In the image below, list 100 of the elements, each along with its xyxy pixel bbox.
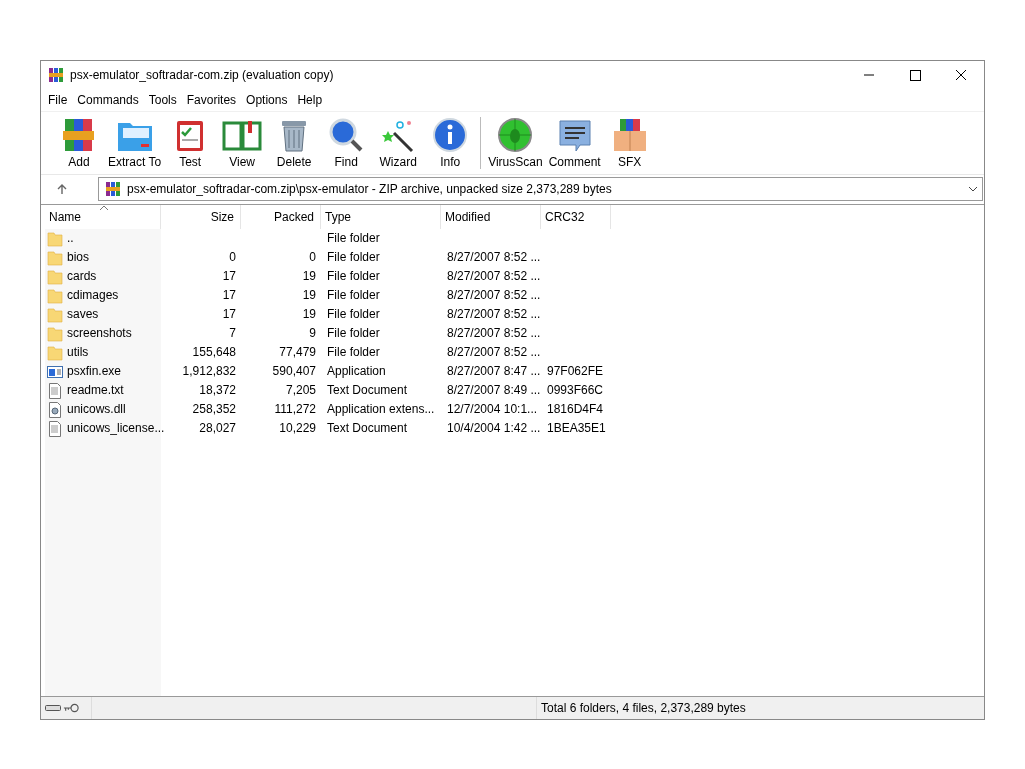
table-cell: 111,272	[274, 402, 316, 416]
table-cell: 19	[302, 288, 316, 302]
toolbar-button[interactable]: Extract To	[105, 117, 165, 169]
menu-item[interactable]: Tools	[143, 93, 182, 107]
table-cell: 19	[302, 307, 316, 321]
text-document-icon	[49, 382, 61, 399]
up-arrow-icon[interactable]	[56, 183, 68, 195]
box-with-books-icon	[613, 119, 646, 152]
menu-item[interactable]: Commands	[72, 93, 144, 107]
menu-item[interactable]: Help	[292, 93, 328, 107]
path-field[interactable]: psx-emulator_softradar-com.zip\psx-emulator - ZIP archive, unpacked size 2,373,289 bytes	[98, 177, 983, 201]
table-cell: Application	[327, 364, 386, 378]
table-cell: 28,027	[199, 421, 236, 435]
folder-icon	[117, 123, 152, 151]
window-title: psx-emulator_softradar-com.zip (evaluation copy)	[70, 68, 334, 82]
folder-icon	[47, 327, 63, 341]
table-cell: 7,205	[285, 383, 316, 397]
file-name[interactable]: unicows.dll	[67, 400, 126, 419]
clipboard-icon	[177, 121, 204, 151]
table-cell: 0	[309, 250, 316, 264]
table-cell: File folder	[327, 326, 380, 340]
search-icon	[329, 118, 363, 152]
table-cell: 8/27/2007 8:49 ...	[447, 383, 541, 397]
file-name[interactable]: cards	[67, 267, 97, 286]
menu-item[interactable]: Options	[241, 93, 293, 107]
speech-bubble-icon	[559, 120, 591, 152]
open-book-icon	[222, 121, 262, 151]
info-icon	[433, 118, 468, 152]
table-cell: 1BEA35E1	[547, 421, 606, 435]
table-cell: 10/4/2004 1:42 ...	[447, 421, 541, 435]
file-name[interactable]: screenshots	[67, 324, 132, 343]
table-cell: File folder	[327, 231, 380, 245]
toolbar-button[interactable]: View	[216, 117, 269, 169]
table-cell: File folder	[327, 269, 380, 283]
table-cell: 0993F66C	[547, 383, 604, 397]
column-header[interactable]: Type	[321, 205, 441, 229]
file-name[interactable]: psxfin.exe	[67, 362, 122, 381]
toolbar-button[interactable]: Comment	[545, 117, 604, 169]
file-name[interactable]: ..	[67, 229, 74, 248]
table-cell: 97F062FE	[547, 364, 604, 378]
table-cell: File folder	[327, 250, 380, 264]
table-cell: 8/27/2007 8:52 ...	[447, 345, 541, 359]
toolbar-button[interactable]: Info	[424, 117, 477, 169]
table-cell: 0	[229, 250, 236, 264]
table-cell: 8/27/2007 8:52 ...	[447, 307, 541, 321]
chevron-down-icon	[968, 186, 978, 192]
table-cell: 590,407	[272, 364, 316, 378]
file-name[interactable]: saves	[67, 305, 99, 324]
archive-books-icon	[48, 67, 64, 83]
file-name[interactable]: cdimages	[67, 286, 119, 305]
file-name[interactable]: readme.txt	[67, 381, 124, 400]
books-icon	[63, 119, 94, 151]
table-cell: File folder	[327, 307, 380, 321]
table-cell: Text Document	[327, 421, 408, 435]
table-cell: 8/27/2007 8:52 ...	[447, 326, 541, 340]
table-cell: Application extens...	[327, 402, 435, 416]
table-cell: 8/27/2007 8:52 ...	[447, 288, 541, 302]
text-document-icon	[49, 420, 61, 437]
trash-can-icon	[282, 121, 307, 152]
file-name[interactable]: utils	[67, 343, 89, 362]
table-cell: 9	[309, 326, 316, 340]
table-cell: 8/27/2007 8:52 ...	[447, 250, 541, 264]
toolbar-button[interactable]: VirusScan	[485, 117, 546, 169]
toolbar-button[interactable]: Wizard	[372, 117, 425, 169]
table-cell: File folder	[327, 288, 380, 302]
folder-icon	[47, 270, 63, 284]
table-cell: File folder	[327, 345, 380, 359]
toolbar-button[interactable]: Test	[164, 117, 217, 169]
folder-icon	[47, 289, 63, 303]
table-cell: 10,229	[279, 421, 316, 435]
toolbar-button[interactable]: SFX	[603, 117, 656, 169]
column-header[interactable]: Packed	[241, 205, 321, 229]
table-cell: 8/27/2007 8:47 ...	[447, 364, 541, 378]
column-header[interactable]: CRC32	[541, 205, 611, 229]
toolbar-button[interactable]: Add	[53, 117, 105, 169]
column-header[interactable]: Modified	[441, 205, 541, 229]
table-cell: 77,479	[279, 345, 316, 359]
table-cell: 18,372	[199, 383, 236, 397]
folder-icon	[47, 346, 63, 360]
column-header[interactable]: Size	[161, 205, 241, 229]
table-cell: 1816D4F4	[547, 402, 604, 416]
table-cell: 1,912,832	[182, 364, 236, 378]
file-name[interactable]: unicows_license...	[67, 419, 165, 438]
folder-icon	[47, 251, 63, 265]
status-text: Total 6 folders, 4 files, 2,373,289 bytes	[541, 701, 746, 715]
table-cell: 17	[222, 288, 236, 302]
table-cell: 12/7/2004 10:1...	[447, 402, 538, 416]
table-cell: 7	[229, 326, 236, 340]
table-cell: 17	[222, 269, 236, 283]
toolbar-button[interactable]: Delete	[268, 117, 321, 169]
table-cell: 155,648	[192, 345, 236, 359]
toolbar-button[interactable]: Find	[320, 117, 373, 169]
menu-item[interactable]: File	[43, 93, 73, 107]
magic-wand-icon	[382, 121, 414, 153]
menu-item[interactable]: Favorites	[181, 93, 242, 107]
column-header[interactable]: Name	[45, 205, 161, 229]
file-name[interactable]: bios	[67, 248, 89, 267]
table-cell: 258,352	[192, 402, 236, 416]
table-cell: 8/27/2007 8:52 ...	[447, 269, 541, 283]
table-cell: 19	[302, 269, 316, 283]
